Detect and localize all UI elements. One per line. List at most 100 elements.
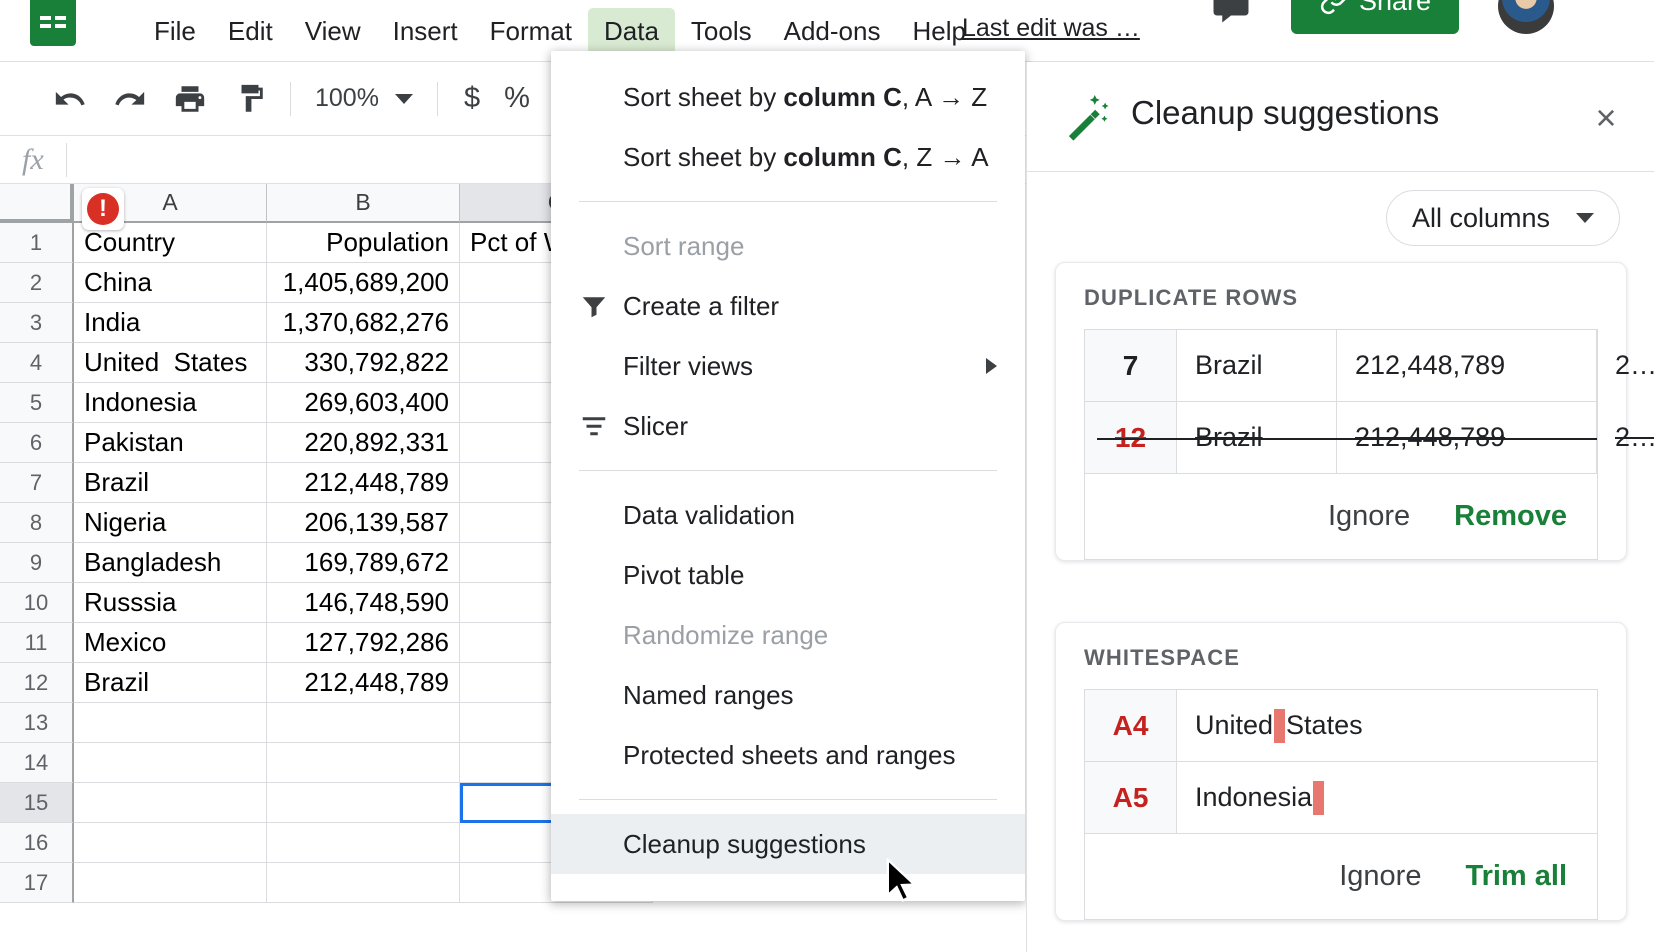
row-header-2[interactable]: 2 bbox=[0, 263, 74, 303]
menu-addons[interactable]: Add-ons bbox=[768, 8, 897, 54]
toolbar-divider-2 bbox=[437, 82, 438, 116]
row-header-3[interactable]: 3 bbox=[0, 303, 74, 343]
cell-A6[interactable]: Pakistan bbox=[74, 423, 267, 463]
data-menu-item-slicer[interactable]: Slicer bbox=[551, 396, 1025, 456]
menu-tools[interactable]: Tools bbox=[675, 8, 768, 54]
cell-A10[interactable]: Russsia bbox=[74, 583, 267, 623]
last-edit-link[interactable]: Last edit was … bbox=[962, 14, 1140, 43]
menu-insert[interactable]: Insert bbox=[377, 8, 474, 54]
cell-B17[interactable] bbox=[267, 863, 460, 903]
row-header-13[interactable]: 13 bbox=[0, 703, 74, 743]
remove-button[interactable]: Remove bbox=[1454, 500, 1567, 533]
data-menu-item-cleanup-suggestions[interactable]: Cleanup suggestions bbox=[551, 814, 1025, 874]
cell-B15[interactable] bbox=[267, 783, 460, 823]
close-icon[interactable]: × bbox=[1584, 96, 1628, 140]
cell-B14[interactable] bbox=[267, 743, 460, 783]
redo-icon[interactable] bbox=[104, 73, 156, 125]
text-before: Indonesia bbox=[1195, 782, 1312, 813]
row-header-16[interactable]: 16 bbox=[0, 823, 74, 863]
share-button[interactable]: Share bbox=[1291, 0, 1459, 34]
row-header-11[interactable]: 11 bbox=[0, 623, 74, 663]
cleanup-card-duplicate-rows: DUPLICATE ROWS7Brazil212,448,7892…12Braz… bbox=[1055, 262, 1627, 561]
cell-A8[interactable]: Nigeria bbox=[74, 503, 267, 543]
column-filter-dropdown[interactable]: All columns bbox=[1386, 190, 1620, 246]
data-menu-item-data-validation[interactable]: Data validation bbox=[551, 485, 1025, 545]
row-header-6[interactable]: 6 bbox=[0, 423, 74, 463]
currency-format-button[interactable]: $ bbox=[452, 82, 492, 115]
cell-B4[interactable]: 330,792,822 bbox=[267, 343, 460, 383]
row-header-12[interactable]: 12 bbox=[0, 663, 74, 703]
cell-A11[interactable]: Mexico bbox=[74, 623, 267, 663]
cell-B1[interactable]: Population bbox=[267, 223, 460, 263]
menu-item-label: Cleanup suggestions bbox=[623, 829, 866, 860]
cell-A13[interactable] bbox=[74, 703, 267, 743]
row-header-8[interactable]: 8 bbox=[0, 503, 74, 543]
cell-B13[interactable] bbox=[267, 703, 460, 743]
select-all-corner[interactable] bbox=[0, 184, 74, 223]
row-header-4[interactable]: 4 bbox=[0, 343, 74, 383]
data-menu-item-sort-sheet-by-column-c-a-z[interactable]: Sort sheet by column C, A → Z bbox=[551, 67, 1025, 127]
row-header-15[interactable]: 15 bbox=[0, 783, 74, 823]
cell-A3[interactable]: India bbox=[74, 303, 267, 343]
row-header-10[interactable]: 10 bbox=[0, 583, 74, 623]
data-menu-item-named-ranges[interactable]: Named ranges bbox=[551, 665, 1025, 725]
cell-B10[interactable]: 146,748,590 bbox=[267, 583, 460, 623]
google-sheets-window: File Edit View Insert Format Data Tools … bbox=[0, 0, 1654, 952]
column-header-b[interactable]: B bbox=[267, 184, 460, 223]
print-icon[interactable] bbox=[164, 73, 216, 125]
cell-A7[interactable]: Brazil bbox=[74, 463, 267, 503]
comment-icon[interactable] bbox=[1208, 0, 1254, 26]
preview-cell: 212,448,789 bbox=[1337, 402, 1597, 473]
percent-format-button[interactable]: % bbox=[492, 82, 542, 115]
cell-B16[interactable] bbox=[267, 823, 460, 863]
ignore-button[interactable]: Ignore bbox=[1328, 500, 1410, 533]
row-header-5[interactable]: 5 bbox=[0, 383, 74, 423]
ignore-button[interactable]: Ignore bbox=[1339, 860, 1421, 893]
cell-B3[interactable]: 1,370,682,276 bbox=[267, 303, 460, 343]
menu-file[interactable]: File bbox=[138, 8, 212, 54]
row-header-1[interactable]: 1 bbox=[0, 223, 74, 263]
cell-B12[interactable]: 212,448,789 bbox=[267, 663, 460, 703]
cell-B2[interactable]: 1,405,689,200 bbox=[267, 263, 460, 303]
user-avatar[interactable] bbox=[1498, 0, 1554, 34]
menu-data[interactable]: Data bbox=[588, 8, 675, 54]
row-header-7[interactable]: 7 bbox=[0, 463, 74, 503]
cell-A17[interactable] bbox=[74, 863, 267, 903]
cell-A2[interactable]: China bbox=[74, 263, 267, 303]
cell-B5[interactable]: 269,603,400 bbox=[267, 383, 460, 423]
cell-B7[interactable]: 212,448,789 bbox=[267, 463, 460, 503]
cell-A5[interactable]: Indonesia bbox=[74, 383, 267, 423]
data-menu-item-pivot-table[interactable]: Pivot table bbox=[551, 545, 1025, 605]
cell-A16[interactable] bbox=[74, 823, 267, 863]
data-menu-item-create-a-filter[interactable]: Create a filter bbox=[551, 276, 1025, 336]
zoom-selector[interactable]: 100% bbox=[305, 84, 423, 113]
chevron-down-icon bbox=[395, 94, 413, 104]
cell-B8[interactable]: 206,139,587 bbox=[267, 503, 460, 543]
row-header-17[interactable]: 17 bbox=[0, 863, 74, 903]
cell-A12[interactable]: Brazil bbox=[74, 663, 267, 703]
menu-view[interactable]: View bbox=[289, 8, 377, 54]
google-sheets-logo[interactable] bbox=[30, 0, 76, 46]
cleanup-suggestions-panel: Cleanup suggestions × All columns DUPLIC… bbox=[1026, 62, 1654, 952]
cell-B6[interactable]: 220,892,331 bbox=[267, 423, 460, 463]
data-menu-item-sort-sheet-by-column-c-z-a[interactable]: Sort sheet by column C, Z → A bbox=[551, 127, 1025, 187]
data-menu-item-protected-sheets-and-ranges[interactable]: Protected sheets and ranges bbox=[551, 725, 1025, 785]
paint-format-icon[interactable] bbox=[224, 73, 276, 125]
cell-A15[interactable] bbox=[74, 783, 267, 823]
row-header-14[interactable]: 14 bbox=[0, 743, 74, 783]
data-menu-item-filter-views[interactable]: Filter views bbox=[551, 336, 1025, 396]
preview-cell: Indonesia bbox=[1177, 762, 1597, 833]
zoom-value: 100% bbox=[315, 84, 379, 113]
row-header-9[interactable]: 9 bbox=[0, 543, 74, 583]
cell-A9[interactable]: Bangladesh bbox=[74, 543, 267, 583]
menu-format[interactable]: Format bbox=[474, 8, 588, 54]
column-a-error-badge[interactable]: ! bbox=[82, 188, 124, 230]
trim-all-button[interactable]: Trim all bbox=[1465, 860, 1567, 893]
cell-A14[interactable] bbox=[74, 743, 267, 783]
cell-A4[interactable]: United States bbox=[74, 343, 267, 383]
undo-icon[interactable] bbox=[44, 73, 96, 125]
cell-B11[interactable]: 127,792,286 bbox=[267, 623, 460, 663]
menu-edit[interactable]: Edit bbox=[212, 8, 289, 54]
text-after: States bbox=[1286, 710, 1363, 741]
cell-B9[interactable]: 169,789,672 bbox=[267, 543, 460, 583]
